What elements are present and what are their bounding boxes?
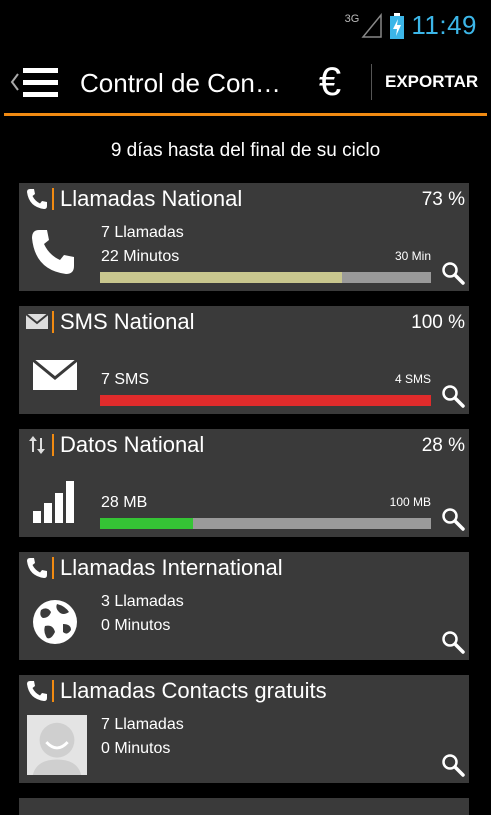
search-icon[interactable]: [441, 630, 465, 654]
status-bar: 3G 11:49: [0, 0, 491, 50]
envelope-icon: [32, 358, 78, 390]
currency-button[interactable]: €: [310, 60, 350, 104]
phone-icon: [27, 558, 47, 578]
usage-progress-fill: [100, 395, 431, 406]
menu-icon: [10, 68, 58, 97]
phone-icon: [27, 189, 47, 209]
euro-icon: €: [318, 60, 342, 104]
clock: 11:49: [411, 10, 477, 40]
usage-progress-bar: [100, 272, 431, 283]
header-separator: [52, 434, 54, 456]
minutes-used: 0 Minutos: [101, 740, 171, 757]
usage-progress-fill: [100, 272, 342, 283]
card-title: Llamadas National: [60, 186, 243, 211]
calls-count: 7 Llamadas: [101, 716, 184, 733]
card-title: Llamadas International: [60, 555, 283, 580]
usage-progress-bar: [100, 395, 431, 406]
contact-avatar-icon: [27, 715, 87, 775]
usage-card-calls-national[interactable]: Llamadas National 73 % 7 Llamadas 22 Min…: [19, 183, 469, 291]
globe-icon: [33, 600, 77, 644]
minutes-used: 22 Minutos: [101, 248, 180, 265]
signal-bars-icon: [33, 481, 74, 523]
envelope-icon: [25, 313, 49, 329]
card-header: Llamadas Contacts gratuits: [19, 675, 469, 707]
menu-button[interactable]: [10, 64, 62, 100]
card-title: SMS National: [60, 309, 195, 334]
action-bar-underline: [4, 113, 487, 116]
battery-icon: [390, 12, 405, 39]
usage-card-partial[interactable]: [19, 798, 469, 815]
usage-percent: 100 %: [411, 312, 465, 333]
usage-percent: 28 %: [421, 435, 465, 456]
card-header: Llamadas National 73 %: [19, 183, 469, 215]
usage-limit: 100 MB: [389, 495, 431, 509]
calls-count: 7 Llamadas: [101, 224, 184, 241]
card-header: SMS National 100 %: [19, 306, 469, 338]
export-button[interactable]: EXPORTAR: [385, 72, 478, 92]
usage-progress-bar: [100, 518, 431, 529]
search-icon[interactable]: [441, 261, 465, 285]
header-separator: [52, 557, 54, 579]
search-icon[interactable]: [441, 753, 465, 777]
usage-card-calls-international[interactable]: Llamadas International 3 Llamadas 0 Minu…: [19, 552, 469, 660]
action-bar: Control de Con… € EXPORTAR: [0, 50, 491, 116]
signal-icon: [361, 12, 383, 38]
network-indicator: 3G: [344, 12, 384, 39]
sms-count: 7 SMS: [101, 371, 150, 388]
phone-icon: [32, 230, 74, 274]
usage-progress-fill: [100, 518, 193, 529]
data-used: 28 MB: [101, 494, 148, 511]
search-icon[interactable]: [441, 384, 465, 408]
card-title: Llamadas Contacts gratuits: [60, 678, 327, 703]
card-title: Datos National: [60, 432, 205, 457]
calls-count: 3 Llamadas: [101, 593, 184, 610]
status-icons: 3G 11:49: [345, 10, 477, 41]
usage-card-sms-national[interactable]: SMS National 100 % 7 SMS 4 SMS: [19, 306, 469, 414]
header-separator: [52, 311, 54, 333]
usage-percent: 73 %: [421, 189, 465, 210]
minutes-used: 0 Minutos: [101, 617, 171, 634]
phone-icon: [27, 681, 47, 701]
network-type: 3G: [344, 12, 360, 25]
data-arrows-icon: [29, 436, 45, 454]
usage-limit: 4 SMS: [394, 372, 431, 386]
app-title: Control de Con…: [80, 68, 281, 98]
usage-limit: 30 Min: [394, 249, 431, 263]
usage-card-data-national[interactable]: Datos National 28 % 28 MB 100 MB: [19, 429, 469, 537]
card-header: Llamadas International: [19, 552, 469, 584]
usage-card-calls-free-contacts[interactable]: Llamadas Contacts gratuits 7 Llamadas 0 …: [19, 675, 469, 783]
header-separator: [52, 680, 54, 702]
cycle-info: 9 días hasta del final de su ciclo: [110, 140, 381, 161]
search-icon[interactable]: [441, 507, 465, 531]
action-divider: [371, 64, 372, 100]
header-separator: [52, 188, 54, 210]
card-header: Datos National 28 %: [19, 429, 469, 461]
